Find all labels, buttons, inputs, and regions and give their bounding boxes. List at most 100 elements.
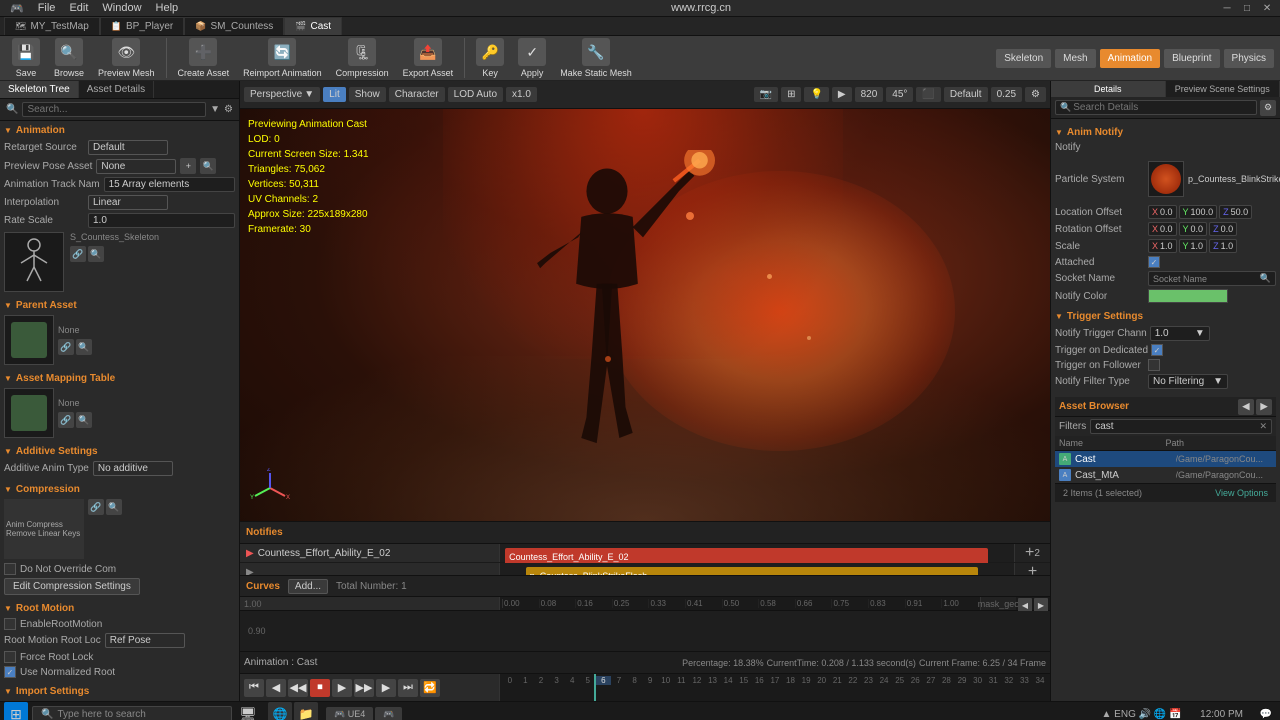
interpolation-dropdown[interactable]: Linear: [88, 195, 168, 210]
details-settings-btn[interactable]: ⚙: [1260, 100, 1276, 116]
tab-details[interactable]: Details: [1051, 81, 1166, 97]
viewport-cam-btn[interactable]: 📷: [754, 87, 778, 102]
parent-search-btn[interactable]: 🔍: [76, 339, 92, 355]
asset-forward-btn[interactable]: ▶: [1256, 399, 1272, 415]
skeleton-search-btn[interactable]: 🔍: [88, 246, 104, 262]
mode-physics[interactable]: Physics: [1224, 49, 1274, 68]
taskbar-ue4-btn[interactable]: 🎮 UE4: [326, 707, 373, 720]
parent-link-btn[interactable]: 🔗: [58, 339, 74, 355]
parent-asset-title[interactable]: Parent Asset: [4, 300, 235, 311]
edit-compression-button[interactable]: Edit Compression Settings: [4, 578, 140, 595]
menu-file[interactable]: File: [32, 2, 62, 14]
asset-search-clear-icon[interactable]: ✕: [1259, 421, 1267, 432]
jump-start-btn[interactable]: ⏮: [244, 679, 264, 697]
viewport-angle-btn[interactable]: 45°: [886, 87, 913, 102]
play-back-btn[interactable]: ◀◀: [288, 679, 308, 697]
location-y-field[interactable]: Y 100.0: [1179, 205, 1218, 219]
root-motion-loc-dropdown[interactable]: Ref Pose: [105, 633, 185, 648]
view-options-btn[interactable]: View Options: [1211, 486, 1272, 500]
search-bar-taskbar[interactable]: 🔍 Type here to search: [32, 706, 232, 720]
play-fwd-btn[interactable]: ▶: [332, 679, 352, 697]
apply-button[interactable]: ✓ Apply: [512, 36, 552, 80]
preview-pose-browse-btn[interactable]: 🔍: [200, 158, 216, 174]
mapping-search-btn[interactable]: 🔍: [76, 412, 92, 428]
viewport-light-btn[interactable]: 💡: [804, 87, 828, 102]
next-frame-btn[interactable]: ▶: [376, 679, 396, 697]
ruler-controls-2[interactable]: ▶: [1034, 598, 1048, 612]
compression-link-btn[interactable]: 🔗: [88, 499, 104, 515]
additive-settings-title[interactable]: Additive Settings: [4, 446, 235, 457]
notify-track-area-1[interactable]: Countess_Effort_Ability_E_02: [500, 544, 1014, 562]
details-search-input[interactable]: [1073, 102, 1252, 113]
frame-numbers-bar[interactable]: 0 1 2 3 4 5 6 7 8 9 10 1: [500, 674, 1050, 701]
reimport-button[interactable]: 🔄 Reimport Animation: [237, 36, 328, 80]
taskbar-edge-icon[interactable]: 🌐: [268, 702, 292, 720]
notify-track-area-2[interactable]: p_Countess_BlinkStrikeFlash: [500, 563, 1014, 575]
stop-btn[interactable]: ⏹: [310, 679, 330, 697]
viewport-render-btn[interactable]: ⬛: [916, 87, 940, 102]
tab-smcountess[interactable]: 📦 SM_Countess: [184, 17, 284, 35]
asset-row-cast[interactable]: A Cast /Game/ParagonCou...: [1055, 451, 1276, 467]
key-button[interactable]: 🔑 Key: [470, 36, 510, 80]
notify-add-icon-1[interactable]: +: [1025, 544, 1034, 562]
scale-x-field[interactable]: X 1.0: [1148, 239, 1177, 253]
notify-color-swatch[interactable]: [1148, 289, 1228, 303]
viewport-show-btn[interactable]: Show: [349, 87, 386, 102]
additive-anim-type-dropdown[interactable]: No additive: [93, 461, 173, 476]
minimize-btn[interactable]: ─: [1218, 0, 1236, 16]
menu-help[interactable]: Help: [150, 2, 185, 14]
mode-blueprint[interactable]: Blueprint: [1164, 49, 1219, 68]
viewport-channel-btn[interactable]: Character: [389, 87, 445, 102]
preview-pose-add-btn[interactable]: +: [180, 158, 196, 174]
mode-animation[interactable]: Animation: [1100, 49, 1160, 68]
filter-icon[interactable]: ▼: [210, 104, 220, 115]
mode-mesh[interactable]: Mesh: [1055, 49, 1095, 68]
asset-mapping-title[interactable]: Asset Mapping Table: [4, 373, 235, 384]
start-button[interactable]: ⊞: [4, 702, 28, 720]
jump-end-btn[interactable]: ⏭: [398, 679, 418, 697]
make-static-button[interactable]: 🔧 Make Static Mesh: [554, 36, 638, 80]
skeleton-link-btn[interactable]: 🔗: [70, 246, 86, 262]
maximize-btn[interactable]: □: [1238, 0, 1256, 16]
tab-preview-scene[interactable]: Preview Scene Settings: [1166, 81, 1280, 97]
tab-skeleton-tree[interactable]: Skeleton Tree: [0, 81, 79, 98]
loop-btn[interactable]: 🔁: [420, 679, 440, 697]
settings-icon[interactable]: ⚙: [224, 104, 233, 115]
export-button[interactable]: 📤 Export Asset: [397, 36, 460, 80]
rotation-z-field[interactable]: Z 0.0: [1209, 222, 1237, 236]
import-settings-title[interactable]: Import Settings: [4, 686, 235, 697]
enable-root-motion-checkbox[interactable]: [4, 618, 16, 630]
preview-mesh-button[interactable]: 👁 Preview Mesh: [92, 36, 161, 80]
add-curve-button[interactable]: Add...: [288, 579, 328, 594]
viewport-exposure-btn[interactable]: Default: [944, 87, 988, 102]
retarget-source-dropdown[interactable]: Default: [88, 140, 168, 155]
rotation-x-field[interactable]: X 0.0: [1148, 222, 1177, 236]
tab-asset-details[interactable]: Asset Details: [79, 81, 154, 98]
use-normalized-root-checkbox[interactable]: ✓: [4, 666, 16, 678]
viewport-play-btn[interactable]: ▶: [832, 87, 852, 102]
root-motion-title[interactable]: Root Motion: [4, 603, 235, 614]
close-btn[interactable]: ✕: [1258, 0, 1276, 16]
notification-icon[interactable]: 💬: [1256, 709, 1276, 720]
trigger-dedicated-checkbox[interactable]: ✓: [1151, 344, 1163, 356]
notify-filter-type-dropdown[interactable]: No Filtering ▼: [1148, 374, 1228, 389]
viewport-lod-btn[interactable]: LOD Auto: [448, 87, 503, 102]
force-root-lock-checkbox[interactable]: [4, 651, 16, 663]
viewport-grid-btn[interactable]: ⊞: [781, 87, 801, 102]
do-not-override-checkbox[interactable]: [4, 563, 16, 575]
tab-bpplayer[interactable]: 📋 BP_Player: [100, 17, 184, 35]
browse-button[interactable]: 🔍 Browse: [48, 36, 90, 80]
socket-search-icon[interactable]: 🔍: [1260, 273, 1271, 284]
taskbar-file-icon[interactable]: 📁: [294, 702, 318, 720]
preview-pose-dropdown[interactable]: None: [96, 159, 176, 174]
notify-add-icon-2[interactable]: +: [1028, 563, 1037, 575]
compression-search-btn[interactable]: 🔍: [106, 499, 122, 515]
save-button[interactable]: 💾 Save: [6, 36, 46, 80]
viewport-speed-btn[interactable]: x1.0: [506, 87, 537, 102]
notify-channel-field[interactable]: 1.0 ▼: [1150, 326, 1210, 341]
trigger-follower-checkbox[interactable]: [1148, 359, 1160, 371]
location-z-field[interactable]: Z 50.0: [1219, 205, 1252, 219]
taskbar-view-btn[interactable]: 🖥: [236, 702, 260, 720]
rotation-y-field[interactable]: Y 0.0: [1179, 222, 1208, 236]
rate-scale-value[interactable]: 1.0: [88, 213, 235, 228]
